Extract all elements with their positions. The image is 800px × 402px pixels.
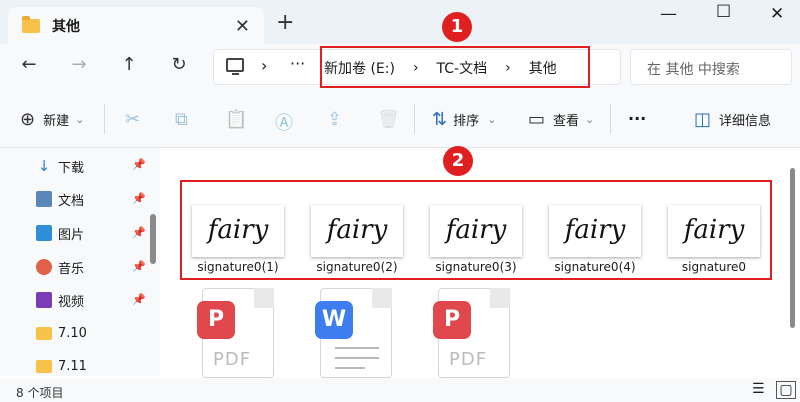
chevron-down-icon: ⌄ — [75, 113, 85, 126]
sort-icon: ⇅ — [432, 109, 448, 130]
cut-icon[interactable]: ✂ — [125, 109, 140, 130]
new-tab-button[interactable]: + — [276, 10, 294, 35]
music-icon — [36, 259, 52, 275]
minimize-button[interactable]: — — [660, 4, 677, 24]
details-label: 详细信息 — [719, 114, 772, 129]
annotation-box-path — [320, 46, 590, 88]
sidebar-scrollbar[interactable] — [150, 214, 156, 264]
pin-icon: 📌 — [132, 226, 146, 239]
new-label: 新建 — [43, 114, 70, 129]
sidebar-item-documents[interactable]: 文档 — [36, 188, 84, 210]
tab-close-icon[interactable]: ✕ — [235, 16, 250, 37]
forward-button[interactable]: → — [68, 54, 90, 75]
delete-icon[interactable]: 🗑 — [377, 109, 400, 130]
pin-icon: 📌 — [132, 192, 146, 205]
share-icon[interactable]: ⇪ — [327, 109, 342, 130]
sidebar-item-videos[interactable]: 视频 — [36, 289, 84, 311]
annotation-badge-2: 2 — [443, 146, 473, 176]
sidebar-item-downloads[interactable]: ↓ 下载 — [36, 155, 84, 177]
word-app-icon: W — [315, 301, 353, 339]
rename-icon[interactable]: Ⓐ — [275, 109, 293, 135]
sidebar-item-7-10[interactable]: 7.10 — [36, 322, 87, 344]
sidebar-item-label: 7.11 — [58, 358, 87, 374]
search-input[interactable]: 在 其他 中搜索 — [630, 49, 792, 85]
sort-button[interactable]: ⇅ 排序 ⌄ — [432, 109, 496, 130]
pdf-app-icon: P — [197, 301, 235, 339]
file-type-label: PDF — [213, 349, 252, 370]
sort-label: 排序 — [453, 114, 480, 129]
status-bar: 8 个项目 — [0, 378, 800, 402]
computer-icon — [226, 58, 244, 75]
plus-circle-icon: ⊕ — [20, 109, 36, 130]
folder-icon — [36, 359, 52, 373]
pictures-icon — [36, 225, 52, 241]
details-pane-icon: ◫ — [694, 109, 712, 130]
title-bar: 其他 ✕ + — ☐ ✕ — [0, 0, 800, 44]
pdf-file[interactable]: P PDF — [197, 288, 274, 378]
annotation-badge-1: 1 — [442, 12, 472, 42]
back-button[interactable]: ← — [18, 54, 40, 75]
sidebar-item-label: 音乐 — [58, 261, 85, 277]
sidebar-item-label: 文档 — [58, 193, 85, 209]
refresh-button[interactable]: ↻ — [168, 54, 190, 75]
close-window-button[interactable]: ✕ — [770, 4, 784, 24]
annotation-box-signatures — [180, 180, 772, 280]
pdf-app-icon: P — [433, 301, 471, 339]
up-button[interactable]: ↑ — [118, 54, 140, 75]
sidebar-item-pictures[interactable]: 图片 — [36, 222, 84, 244]
sidebar-item-7-11[interactable]: 7.11 — [36, 355, 87, 377]
pdf-file[interactable]: P PDF — [433, 288, 510, 378]
details-view-icon[interactable]: ☰ — [752, 381, 765, 397]
chevron-down-icon: ⌄ — [487, 113, 497, 126]
maximize-button[interactable]: ☐ — [716, 2, 731, 22]
paste-icon[interactable]: 📋 — [225, 109, 247, 130]
navigation-pane: ↓ 下载 📌 文档 📌 图片 📌 音乐 📌 视频 📌 7.10 7.11 — [0, 148, 160, 376]
details-button[interactable]: ◫ 详细信息 — [694, 109, 771, 130]
command-toolbar: ⊕ 新建 ⌄ ✂ ⧉ 📋 Ⓐ ⇪ 🗑 ⇅ 排序 ⌄ ▭ 查看 ⌄ ··· ◫ 详… — [0, 90, 800, 148]
chevron-down-icon: ⌄ — [585, 113, 595, 126]
document-icon — [36, 191, 52, 207]
copy-icon[interactable]: ⧉ — [175, 109, 188, 130]
folder-icon — [36, 326, 52, 340]
thumbnail-view-icon[interactable]: ▢ — [776, 381, 796, 399]
video-icon — [36, 292, 52, 308]
more-options-button[interactable]: ··· — [628, 109, 646, 128]
toolbar-divider — [414, 104, 415, 134]
pin-icon: 📌 — [132, 158, 146, 171]
tab-title: 其他 — [52, 18, 80, 35]
more-path-button[interactable]: ··· — [290, 54, 305, 73]
pin-icon: 📌 — [132, 260, 146, 273]
folder-icon — [22, 15, 40, 33]
pin-icon: 📌 — [132, 293, 146, 306]
word-file[interactable]: W — [315, 288, 392, 378]
file-type-label: PDF — [449, 349, 488, 370]
download-icon: ↓ — [37, 157, 51, 175]
toolbar-divider — [610, 104, 611, 134]
sidebar-item-label: 图片 — [58, 227, 85, 243]
view-icon: ▭ — [528, 109, 546, 130]
tab-other[interactable]: 其他 ✕ — [8, 7, 264, 44]
sidebar-item-label: 7.10 — [58, 325, 87, 341]
toolbar-divider — [104, 104, 105, 134]
item-count: 8 个项目 — [16, 386, 64, 400]
view-label: 查看 — [553, 114, 580, 129]
content-scrollbar[interactable] — [790, 168, 795, 328]
chevron-right-icon[interactable]: › — [261, 56, 267, 75]
view-button[interactable]: ▭ 查看 ⌄ — [528, 109, 594, 130]
sidebar-item-label: 下载 — [58, 160, 85, 176]
new-button[interactable]: ⊕ 新建 ⌄ — [20, 109, 84, 130]
sidebar-item-music[interactable]: 音乐 — [36, 256, 84, 278]
sidebar-item-label: 视频 — [58, 294, 85, 310]
